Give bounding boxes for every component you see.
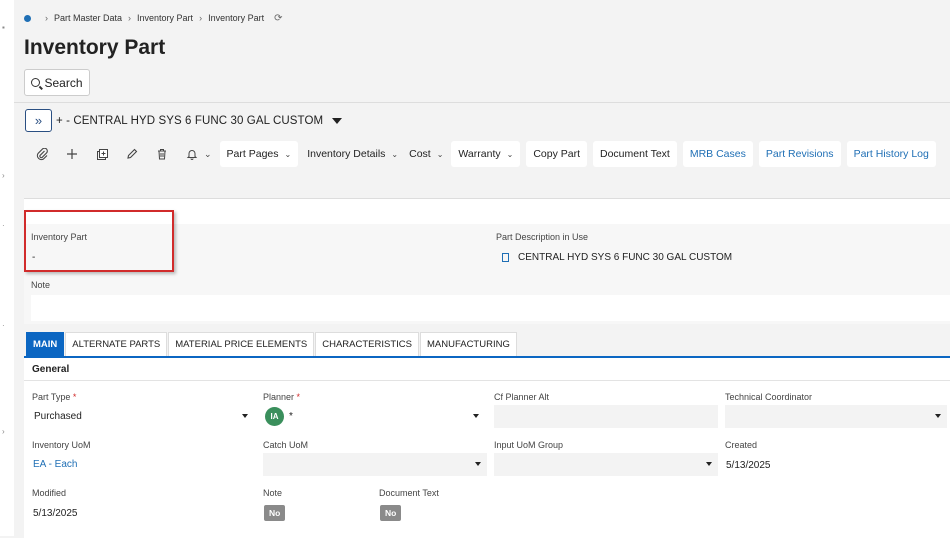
tab-alternate-parts[interactable]: ALTERNATE PARTS [65,332,168,356]
warranty-menu-label: Warranty [458,148,501,160]
delete-icon[interactable] [152,144,172,164]
document-icon [502,253,509,262]
main-tab-panel: General Part Type * Purchased Planner * … [24,356,950,538]
home-icon[interactable] [24,14,31,22]
inventory-details-menu-label: Inventory Details [307,148,386,160]
document-text-status-badge: No [380,505,402,521]
created-label: Created [725,440,758,450]
expand-navigator-button[interactable]: » [25,109,52,132]
created-value: 5/13/2025 [726,460,771,471]
breadcrumb-item-inventory-part[interactable]: Inventory Part [137,13,193,23]
inventory-uom-link[interactable]: EA - Each [33,459,77,470]
double-chevron-right-icon: » [34,113,43,128]
inventory-details-menu[interactable]: Inventory Details ⌄ [304,141,401,167]
duplicate-icon[interactable] [92,144,112,164]
inventory-uom-label: Inventory UoM [32,440,91,450]
add-icon[interactable] [62,144,82,164]
nav-dot-icon: · [2,221,5,230]
tab-material-price-elements[interactable]: MATERIAL PRICE ELEMENTS [168,332,315,356]
section-title-general: General [32,364,70,375]
copy-part-button[interactable]: Copy Part [526,141,587,167]
part-history-log-link[interactable]: Part History Log [846,141,936,167]
bell-icon[interactable] [182,144,202,164]
technical-coordinator-select[interactable] [725,405,947,428]
note-label: Note [31,280,51,290]
chevron-down-icon [475,462,481,466]
attach-icon[interactable] [32,144,52,164]
page-title: Inventory Part [24,36,166,59]
nav-dot-icon: · [2,321,5,330]
chevron-down-icon: ⌄ [391,149,399,159]
cf-planner-alt-label: Cf Planner Alt [494,392,550,402]
search-icon [31,78,41,87]
search-button-label: Search [44,75,83,90]
cost-menu[interactable]: Cost ⌄ [406,141,446,167]
divider [24,380,950,381]
search-button[interactable]: Search [24,69,90,96]
cf-planner-alt-field[interactable] [494,405,718,428]
mrb-cases-link[interactable]: MRB Cases [682,141,753,167]
input-uom-group-select[interactable] [494,453,718,476]
cost-menu-label: Cost [409,148,431,160]
note-status-badge: No [264,505,286,521]
modified-value: 5/13/2025 [33,508,78,519]
planner-select[interactable]: IA * [261,405,485,428]
edit-icon[interactable] [122,144,142,164]
chevron-down-icon: ⌄ [284,149,292,159]
part-pages-menu-label: Part Pages [226,148,279,160]
breadcrumb-item-current: Inventory Part [208,13,265,23]
part-description-label: Part Description in Use [496,232,589,242]
modified-label: Modified [32,488,67,498]
chevron-down-icon[interactable]: ⌄ [204,149,212,160]
nav-indicator-icon: ▪ [2,23,5,32]
chevron-right-icon: › [128,13,132,23]
document-text-button[interactable]: Document Text [593,141,677,167]
chevron-down-icon: ⌄ [506,149,514,159]
document-text-label: Document Text [379,488,439,498]
note-field[interactable] [31,295,950,321]
catch-uom-label: Catch UoM [263,440,309,450]
chevron-down-icon [935,414,941,418]
warranty-menu[interactable]: Warranty ⌄ [451,141,521,167]
part-pages-menu[interactable]: Part Pages ⌄ [219,141,299,167]
breadcrumb: › Part Master Data › Inventory Part › In… [24,11,282,25]
part-type-value: Purchased [34,411,82,422]
catch-uom-select[interactable] [263,453,487,476]
chevron-right-icon: › [199,13,203,23]
record-dropdown-icon[interactable] [332,117,343,124]
record-selector: » + - CENTRAL HYD SYS 6 FUNC 30 GAL CUST… [25,109,343,132]
record-title[interactable]: + - CENTRAL HYD SYS 6 FUNC 30 GAL CUSTOM [56,115,323,127]
planner-label: Planner * [263,392,301,402]
command-toolbar: ⌄ Part Pages ⌄ Inventory Details ⌄ Cost … [32,141,942,167]
left-nav-strip: ▪ › · · › [0,0,15,536]
tab-manufacturing[interactable]: MANUFACTURING [419,332,517,356]
planner-value: * [289,411,293,422]
chevron-right-icon: › [45,13,48,23]
chevron-down-icon: ⌄ [436,149,444,159]
part-revisions-link[interactable]: Part Revisions [758,141,841,167]
breadcrumb-item-part-master-data[interactable]: Part Master Data [54,13,122,23]
technical-coordinator-label: Technical Coordinator [725,392,813,402]
chevron-down-icon [242,414,248,418]
divider [14,102,950,103]
main-area: › Part Master Data › Inventory Part › In… [14,0,950,538]
input-uom-group-label: Input UoM Group [494,440,564,450]
note-label: Note [263,488,283,498]
part-type-label: Part Type * [32,392,77,402]
nav-chevron-icon[interactable]: › [2,172,5,180]
nav-chevron-icon[interactable]: › [2,428,5,436]
tab-characteristics[interactable]: CHARACTERISTICS [315,332,419,356]
avatar: IA [265,407,284,426]
chevron-down-icon [473,414,479,418]
chevron-down-icon [706,462,712,466]
refresh-icon[interactable]: ⟳ [274,13,282,24]
part-type-select[interactable]: Purchased [30,405,254,428]
annotation-highlight-box [24,210,174,272]
part-description-value: CENTRAL HYD SYS 6 FUNC 30 GAL CUSTOM [518,252,733,263]
detail-tabs: MAIN ALTERNATE PARTS MATERIAL PRICE ELEM… [26,332,518,356]
tab-main[interactable]: MAIN [26,332,65,356]
